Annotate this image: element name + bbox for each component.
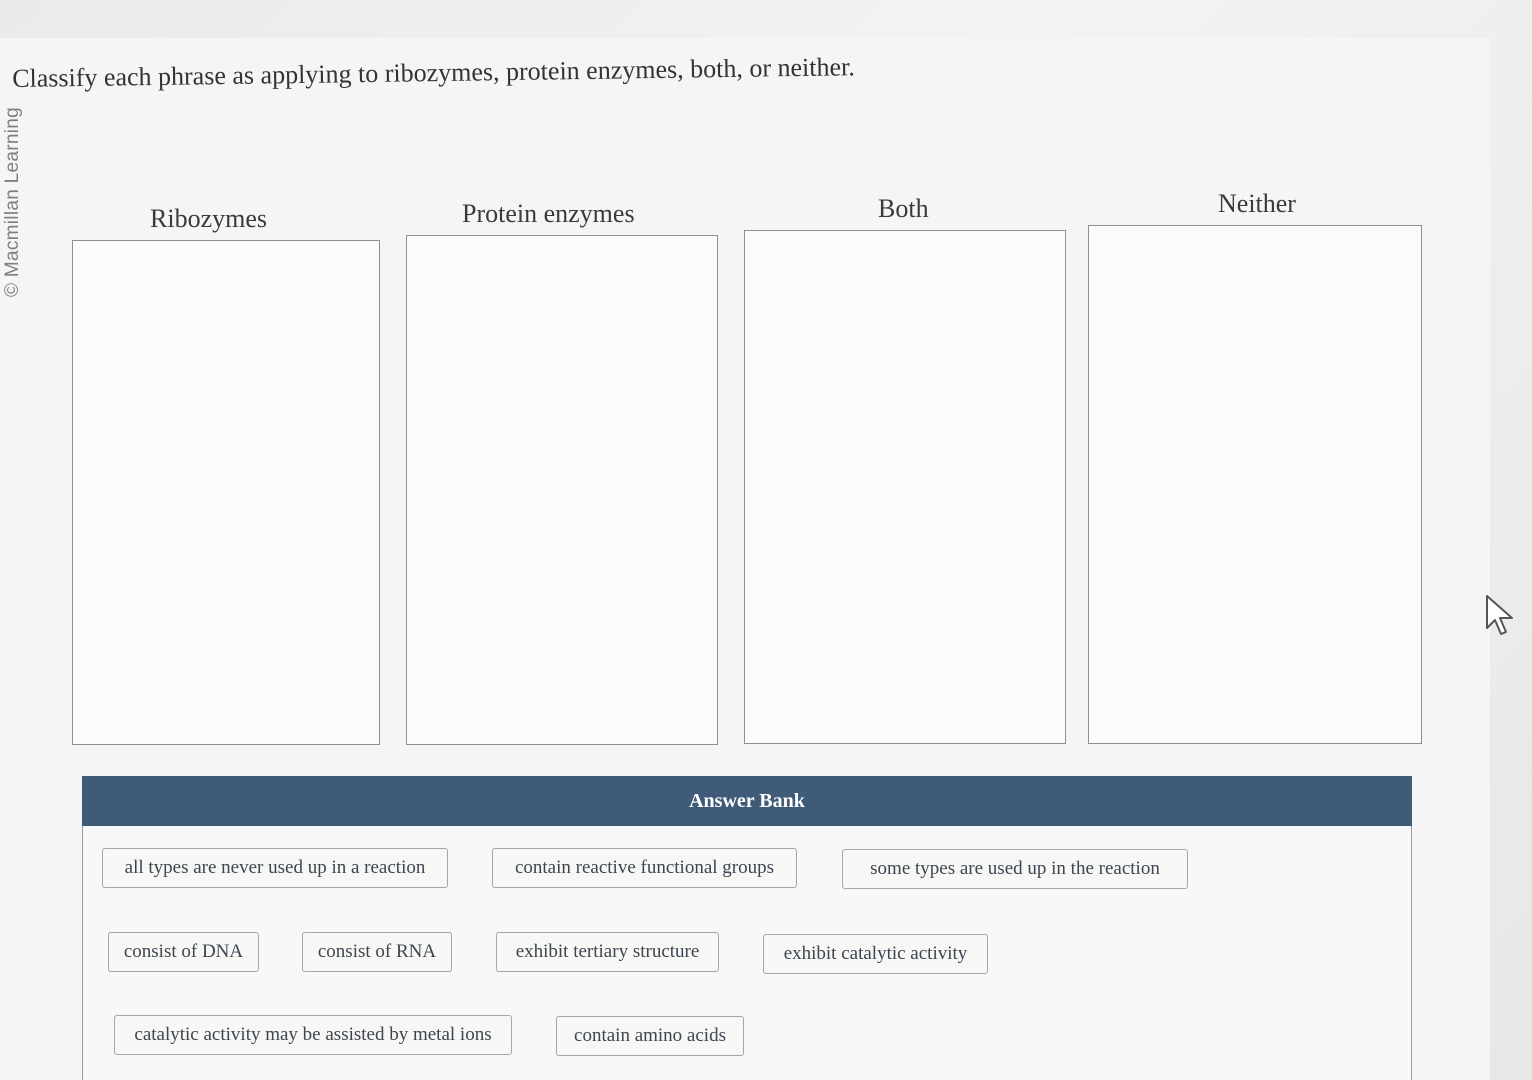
- answer-chip[interactable]: some types are used up in the reaction: [842, 849, 1188, 889]
- drop-zone-ribozymes[interactable]: [72, 240, 380, 745]
- answer-bank-header: Answer Bank: [82, 776, 1412, 826]
- drop-zone-both[interactable]: [744, 230, 1066, 744]
- answer-chip[interactable]: contain amino acids: [556, 1016, 744, 1056]
- category-label-protein-enzymes: Protein enzymes: [462, 199, 635, 228]
- answer-chip[interactable]: exhibit tertiary structure: [496, 932, 719, 972]
- answer-chip[interactable]: consist of RNA: [302, 932, 452, 972]
- answer-chip[interactable]: contain reactive functional groups: [492, 848, 797, 888]
- answer-chip[interactable]: all types are never used up in a reactio…: [102, 848, 448, 888]
- drop-zone-neither[interactable]: [1088, 225, 1422, 744]
- mouse-pointer-icon: [1486, 595, 1513, 635]
- category-label-both: Both: [878, 194, 929, 223]
- category-label-ribozymes: Ribozymes: [150, 204, 267, 233]
- answer-chip[interactable]: catalytic activity may be assisted by me…: [114, 1015, 512, 1055]
- category-label-neither: Neither: [1218, 189, 1296, 218]
- answer-chip[interactable]: exhibit catalytic activity: [763, 934, 988, 974]
- drop-zone-protein-enzymes[interactable]: [406, 235, 718, 745]
- copyright-watermark: © Macmillan Learning: [2, 106, 23, 298]
- answer-chip[interactable]: consist of DNA: [108, 932, 259, 972]
